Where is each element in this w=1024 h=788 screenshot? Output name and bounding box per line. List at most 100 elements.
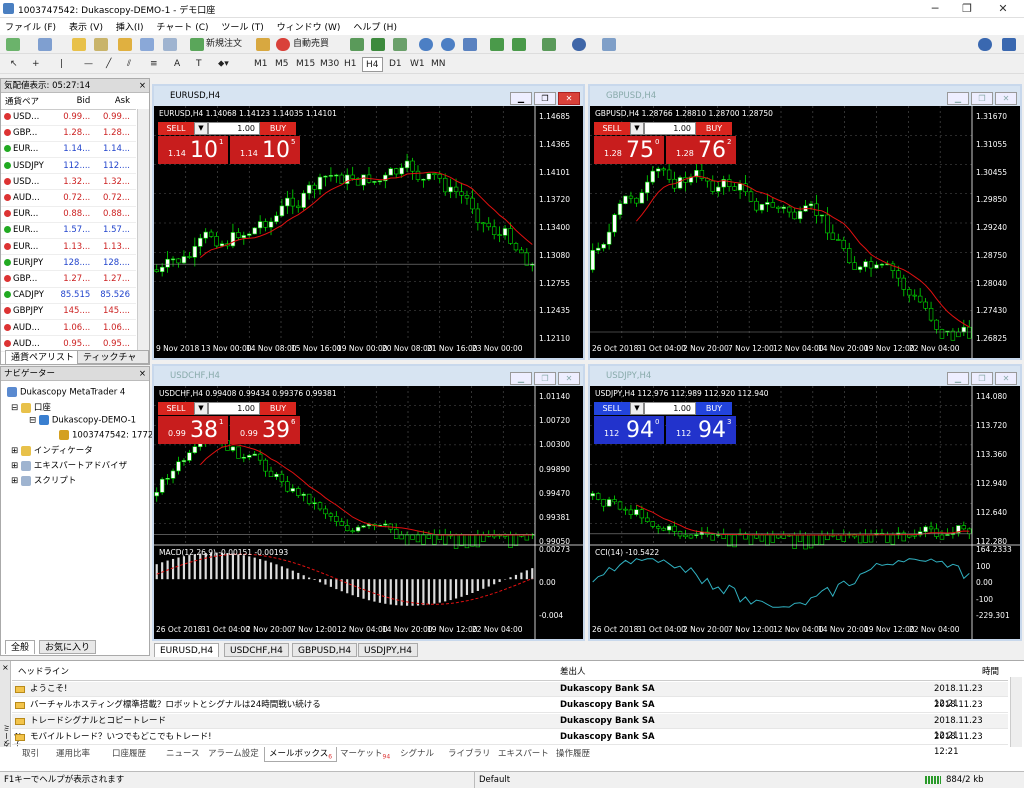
tab-symbols[interactable]: 通貨ペアリスト (5, 350, 81, 364)
terminal-scrollbar[interactable] (1010, 677, 1022, 747)
crosshair-icon[interactable]: + (32, 57, 40, 72)
sell-button[interactable]: SELL (594, 402, 630, 415)
market-watch-row[interactable]: GBP... 1.28... 1.28... (1, 125, 136, 142)
col-headline[interactable]: ヘッドライン (18, 663, 69, 681)
market-watch-row[interactable]: EUR... 0.88... 0.88... (1, 206, 136, 223)
chart-body[interactable]: USDJPY,H4 112.976 112.989 112.920 112.94… (590, 386, 1020, 639)
menu-help[interactable]: ヘルプ (H) (348, 18, 402, 35)
col-symbol[interactable]: 通貨ペア (1, 93, 52, 110)
metaeditor-icon[interactable] (256, 38, 270, 51)
zoom-in-icon[interactable] (419, 38, 433, 51)
lot-size-input[interactable]: 1.00 (208, 402, 260, 415)
terminal-icon[interactable] (140, 38, 154, 51)
minimize-icon[interactable]: ▁ (510, 92, 532, 105)
new-order-button[interactable]: 新規注文 (206, 37, 242, 52)
nav-root[interactable]: Dukascopy MetaTrader 4 (7, 387, 125, 398)
close-icon[interactable]: ✕ (558, 372, 580, 385)
chart-window[interactable]: USDCHF,H4 ▁ ❐ ✕ USDCHF,H4 0.99408 0.99434 0.… (152, 364, 585, 641)
col-from[interactable]: 差出人 (560, 663, 586, 681)
restore-icon[interactable]: ❐ (534, 92, 556, 105)
restore-icon[interactable]: ❐ (971, 92, 993, 105)
fibonacci-icon[interactable]: ≡ (150, 57, 158, 72)
nav-accounts[interactable]: ⊟ 口座 (11, 401, 51, 413)
nav-server[interactable]: ⊟ Dukascopy-DEMO-1 (29, 415, 136, 426)
restore-icon[interactable]: ❐ (971, 372, 993, 385)
menu-chart[interactable]: チャート (C) (151, 18, 213, 35)
news-row[interactable]: トレードシグナルとコピートレード Dukascopy Bank SA 2018.11… (12, 714, 1008, 741)
tab-experts[interactable]: エキスパート (498, 747, 549, 762)
tab-mailbox[interactable]: メールボックス6 (264, 747, 338, 762)
close-icon[interactable]: ✕ (995, 92, 1017, 105)
tab-signals[interactable]: シグナル (400, 747, 434, 762)
chart-tab-usdchf[interactable]: USDCHF,H4 (224, 643, 289, 657)
sell-button[interactable]: SELL (158, 402, 194, 415)
market-watch-icon[interactable] (72, 38, 86, 51)
tab-journal[interactable]: 操作履歴 (556, 747, 590, 762)
lot-size-input[interactable]: 1.00 (208, 122, 260, 135)
restore-icon[interactable]: ❐ (534, 372, 556, 385)
chart-body[interactable]: GBPUSD,H4 1.28766 1.28810 1.28700 1.2875… (590, 106, 1020, 358)
tab-alerts[interactable]: アラーム設定 (208, 747, 259, 762)
tab-trade[interactable]: 取引 (22, 747, 39, 762)
minimize-icon[interactable]: ▁ (947, 372, 969, 385)
market-watch-row[interactable]: GBP... 1.27... 1.27... (1, 270, 136, 288)
chevron-down-icon[interactable]: ▼ (630, 122, 644, 135)
buy-button[interactable]: BUY (260, 402, 296, 415)
cursor-icon[interactable]: ↖ (10, 57, 18, 72)
tf-m1[interactable]: M1 (254, 57, 268, 72)
chart-window[interactable]: GBPUSD,H4 ▁ ❐ ✕ GBPUSD,H4 1.28766 1.28810 1.… (588, 84, 1022, 360)
templates-icon[interactable] (602, 38, 616, 51)
menu-tools[interactable]: ツール (T) (216, 18, 268, 35)
minimize-icon[interactable]: ─ (920, 0, 950, 18)
sell-price[interactable]: 0.99 38 1 (158, 416, 228, 444)
chart-titlebar[interactable]: USDCHF,H4 ▁ ❐ ✕ (154, 366, 583, 386)
line-chart-icon[interactable] (393, 38, 407, 51)
tab-history[interactable]: 口座履歴 (112, 747, 146, 762)
market-watch-row[interactable]: EUR... 1.57... 1.57... (1, 222, 136, 240)
sell-price[interactable]: 1.14 10 1 (158, 136, 228, 164)
tab-tick-chart[interactable]: ティックチャート (77, 350, 149, 377)
close-icon[interactable]: ✕ (995, 372, 1017, 385)
lot-size-input[interactable]: 1.00 (644, 122, 696, 135)
market-watch-scrollbar[interactable] (137, 109, 149, 359)
nav-scripts[interactable]: ⊞ スクリプト (11, 474, 76, 486)
chart-titlebar[interactable]: GBPUSD,H4 ▁ ❐ ✕ (590, 86, 1020, 106)
tf-h4[interactable]: H4 (362, 57, 383, 72)
nav-indicators[interactable]: ⊞ インディケータ (11, 444, 93, 456)
chart-tab-gbpusd[interactable]: GBPUSD,H4 (292, 643, 358, 657)
candlestick-icon[interactable] (371, 38, 385, 51)
new-chart-icon[interactable] (6, 38, 20, 51)
tf-m15[interactable]: M15 (296, 57, 315, 72)
sell-price[interactable]: 112 94 0 (594, 416, 664, 444)
sell-price[interactable]: 1.28 75 0 (594, 136, 664, 164)
chart-body[interactable]: EURUSD,H4 1.14068 1.14123 1.14035 1.1410… (154, 106, 583, 358)
chart-tab-usdjpy[interactable]: USDJPY,H4 (358, 643, 418, 657)
chevron-down-icon[interactable]: ▼ (194, 402, 208, 415)
chart-window[interactable]: USDJPY,H4 ▁ ❐ ✕ USDJPY,H4 112.976 112.989 11… (588, 364, 1022, 641)
chart-tab-eurusd[interactable]: EURUSD,H4 (154, 643, 220, 657)
buy-button[interactable]: BUY (696, 122, 732, 135)
tf-h1[interactable]: H1 (344, 57, 357, 72)
data-window-icon[interactable] (118, 38, 132, 51)
market-watch-row[interactable]: AUD... 1.06... 1.06... (1, 319, 136, 337)
minimize-icon[interactable]: ▁ (510, 372, 532, 385)
arrows-icon[interactable]: ⬥▾ (218, 57, 229, 72)
menu-view[interactable]: 表示 (V) (64, 18, 108, 35)
vertical-line-icon[interactable]: | (60, 57, 63, 72)
tester-icon[interactable] (163, 38, 177, 51)
chevron-down-icon[interactable]: ▼ (194, 122, 208, 135)
chart-titlebar[interactable]: USDJPY,H4 ▁ ❐ ✕ (590, 366, 1020, 386)
tab-favorites[interactable]: お気に入り (39, 640, 97, 654)
chart-body[interactable]: USDCHF,H4 0.99408 0.99434 0.99376 0.9938… (154, 386, 583, 639)
market-watch-row[interactable]: USD... 1.32... 1.32... (1, 173, 136, 191)
tf-d1[interactable]: D1 (389, 57, 402, 72)
tf-w1[interactable]: W1 (410, 57, 425, 72)
close-icon[interactable]: ✕ (558, 92, 580, 105)
market-watch-row[interactable]: CADJPY 85.515 85.526 (1, 287, 136, 304)
zoom-out-icon[interactable] (441, 38, 455, 51)
close-icon[interactable]: × (2, 663, 9, 672)
tab-market[interactable]: マーケット94 (340, 747, 390, 762)
col-ask[interactable]: Ask (90, 93, 136, 110)
market-watch-row[interactable]: EUR... 1.13... 1.13... (1, 238, 136, 256)
periods-icon[interactable] (572, 38, 586, 51)
